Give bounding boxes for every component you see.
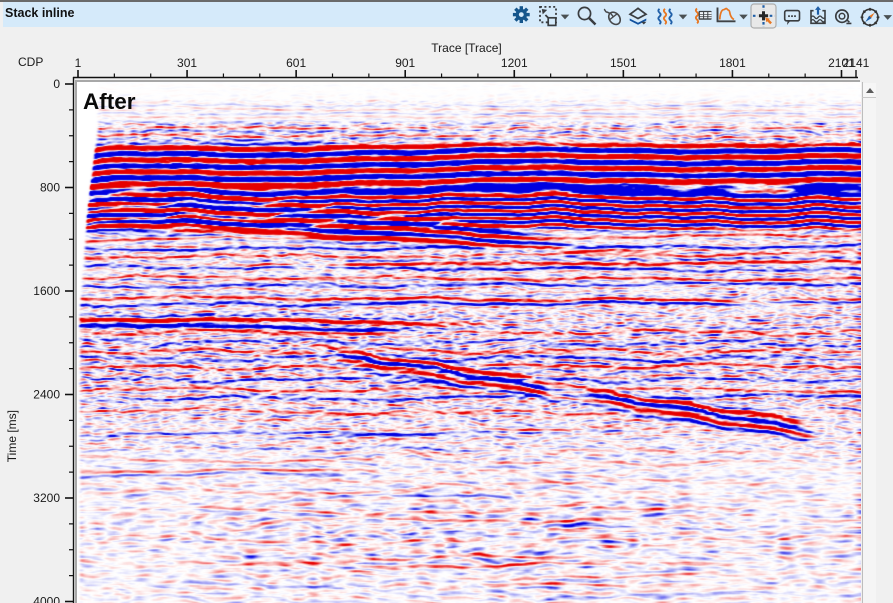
svg-text:1: 1	[75, 56, 82, 70]
svg-text:1201: 1201	[501, 56, 528, 70]
svg-text:1801: 1801	[719, 56, 746, 70]
svg-text:601: 601	[286, 56, 306, 70]
svg-text:901: 901	[395, 56, 415, 70]
svg-text:2141: 2141	[843, 56, 870, 70]
svg-text:800: 800	[40, 181, 60, 195]
svg-text:3200: 3200	[33, 491, 60, 505]
svg-text:1600: 1600	[33, 284, 60, 298]
svg-text:0: 0	[53, 77, 60, 91]
svg-text:301: 301	[177, 56, 197, 70]
svg-text:2400: 2400	[33, 388, 60, 402]
svg-text:4000: 4000	[33, 595, 60, 603]
svg-text:1501: 1501	[610, 56, 637, 70]
